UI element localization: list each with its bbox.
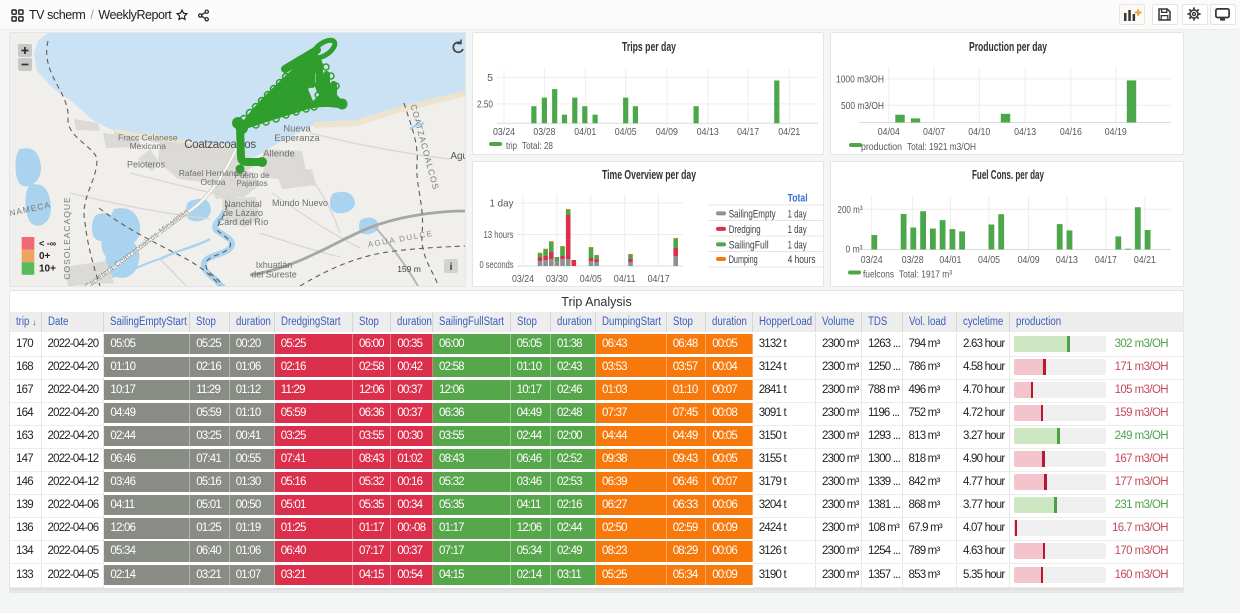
- svg-text:10+: 10+: [39, 264, 56, 275]
- svg-text:1 day: 1 day: [788, 224, 807, 236]
- svg-text:trip: trip: [506, 140, 517, 152]
- svg-text:Production per day: Production per day: [969, 40, 1047, 54]
- svg-text:04/05: 04/05: [580, 273, 602, 285]
- svg-text:SailingFull: SailingFull: [729, 239, 769, 251]
- svg-text:04/21: 04/21: [1134, 254, 1156, 266]
- svg-text:Trips per day: Trips per day: [622, 40, 676, 54]
- svg-text:03/24: 03/24: [493, 126, 515, 138]
- svg-text:fuelcons: fuelcons: [863, 269, 894, 281]
- svg-text:Total: 28: Total: 28: [522, 140, 553, 152]
- svg-text:1000 m3/OH: 1000 m3/OH: [836, 74, 884, 86]
- svg-text:Dumping: Dumping: [729, 254, 758, 266]
- svg-text:4 hours: 4 hours: [788, 254, 816, 266]
- svg-text:04/16: 04/16: [1060, 126, 1082, 138]
- svg-text:del Sureste: del Sureste: [251, 270, 297, 280]
- svg-text:COSOLEACAQUE: COSOLEACAQUE: [62, 196, 72, 279]
- svg-text:Pajaritos: Pajaritos: [236, 179, 267, 188]
- svg-text:03/28: 03/28: [902, 254, 924, 266]
- svg-text:Total: 1917 m³: Total: 1917 m³: [899, 269, 952, 281]
- svg-text:production: production: [861, 141, 902, 153]
- svg-text:Ochoa: Ochoa: [200, 177, 225, 187]
- svg-text:i: i: [450, 262, 453, 273]
- svg-text:04/07: 04/07: [923, 126, 945, 138]
- svg-text:SailingEmpty: SailingEmpty: [729, 208, 776, 220]
- svg-text:Dredging: Dredging: [729, 224, 761, 236]
- svg-text:Allende: Allende: [263, 149, 295, 160]
- svg-text:04/13: 04/13: [697, 126, 719, 138]
- svg-text:04/13: 04/13: [1056, 254, 1078, 266]
- svg-text:1 day: 1 day: [788, 208, 807, 220]
- svg-text:Peloteros: Peloteros: [127, 160, 166, 170]
- svg-text:Agua: Agua: [450, 151, 465, 162]
- svg-text:03/30: 03/30: [546, 273, 568, 285]
- svg-text:04/19: 04/19: [1105, 126, 1127, 138]
- svg-text:Total: Total: [788, 193, 808, 205]
- svg-text:Fuel Cons. per day: Fuel Cons. per day: [972, 168, 1044, 182]
- svg-text:04/05: 04/05: [615, 126, 637, 138]
- svg-text:04/21: 04/21: [778, 126, 800, 138]
- svg-text:04/09: 04/09: [656, 126, 678, 138]
- svg-text:04/01: 04/01: [939, 254, 961, 266]
- svg-text:500 m3/OH: 500 m3/OH: [841, 100, 884, 112]
- svg-text:< -∞: < -∞: [39, 239, 57, 249]
- svg-text:Cárd del Río: Cárd del Río: [218, 217, 269, 227]
- svg-text:159 m: 159 m: [397, 264, 421, 274]
- svg-text:Mexicana: Mexicana: [130, 141, 167, 151]
- svg-text:0+: 0+: [39, 251, 51, 262]
- svg-text:5: 5: [487, 72, 493, 84]
- svg-text:04/09: 04/09: [1018, 254, 1040, 266]
- svg-text:1 day: 1 day: [490, 198, 515, 210]
- svg-text:04/10: 04/10: [968, 126, 990, 138]
- svg-text:04/01: 04/01: [574, 126, 596, 138]
- svg-text:03/24: 03/24: [512, 273, 534, 285]
- svg-text:04/04: 04/04: [878, 126, 900, 138]
- svg-text:Esperanza: Esperanza: [274, 133, 320, 144]
- svg-text:Time Overview per day: Time Overview per day: [602, 168, 696, 182]
- svg-text:04/17: 04/17: [1095, 254, 1117, 266]
- svg-text:0 seconds: 0 seconds: [480, 259, 514, 271]
- svg-text:Mundo Nuevo: Mundo Nuevo: [272, 198, 328, 208]
- svg-text:200 m³: 200 m³: [838, 204, 863, 216]
- svg-text:04/17: 04/17: [648, 273, 670, 285]
- svg-text:03/28: 03/28: [533, 126, 555, 138]
- svg-text:04/11: 04/11: [614, 273, 636, 285]
- svg-text:04/13: 04/13: [1014, 126, 1036, 138]
- svg-text:03/24: 03/24: [861, 254, 883, 266]
- svg-text:04/05: 04/05: [978, 254, 1000, 266]
- svg-text:2.50: 2.50: [477, 99, 493, 111]
- svg-text:1 day: 1 day: [788, 239, 807, 251]
- svg-text:13 hours: 13 hours: [484, 229, 514, 241]
- svg-text:Ixhuatlán: Ixhuatlán: [256, 260, 293, 270]
- svg-text:04/17: 04/17: [737, 126, 759, 138]
- svg-text:Coatzacoalcos: Coatzacoalcos: [184, 139, 256, 151]
- svg-text:Total: 1921 m3/OH: Total: 1921 m3/OH: [907, 141, 976, 153]
